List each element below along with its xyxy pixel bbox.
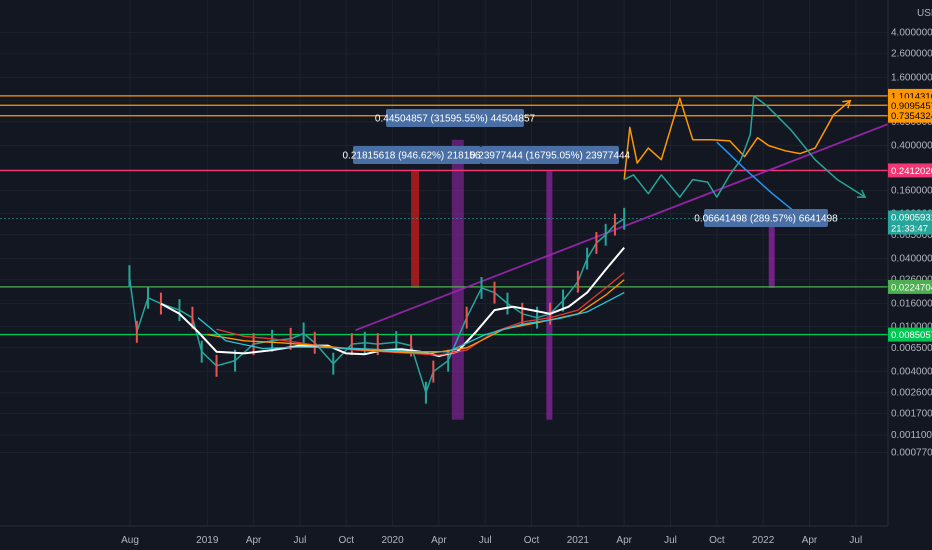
price-tick-label: 0.00077000 bbox=[891, 447, 932, 458]
time-tick-label: Apr bbox=[802, 535, 818, 546]
chart-background bbox=[0, 0, 932, 550]
time-tick-label: Jul bbox=[479, 535, 492, 546]
level-price-text: 0.02247047 bbox=[891, 282, 932, 293]
price-tick-label: 0.40000000 bbox=[891, 141, 932, 152]
range-bar bbox=[411, 170, 420, 288]
time-tick-label: Apr bbox=[246, 535, 262, 546]
time-tick-label: Oct bbox=[709, 535, 725, 546]
level-price-text: 0.00850579 bbox=[891, 330, 932, 341]
time-tick-label: Aug bbox=[121, 535, 139, 546]
price-tick-label: 0.00170000 bbox=[891, 409, 932, 420]
price-tick-label: 1.60000000 bbox=[891, 73, 932, 84]
measure-box-text: 0.06641498 (289.57%) 6641498 bbox=[694, 214, 838, 225]
time-tick-label: 2019 bbox=[196, 535, 219, 546]
measure-box-text: 0.44504857 (31595.55%) 44504857 bbox=[375, 114, 536, 125]
price-tick-label: 0.04000000 bbox=[891, 254, 932, 265]
price-tick-label: 0.00260000 bbox=[891, 388, 932, 399]
time-tick-label: Apr bbox=[431, 535, 447, 546]
price-tick-label: 0.01600000 bbox=[891, 299, 932, 310]
time-tick-label: Oct bbox=[338, 535, 354, 546]
price-tick-label: 0.00110000 bbox=[891, 430, 932, 441]
level-price-text: 0.73543246 bbox=[891, 111, 932, 122]
time-tick-label: Jul bbox=[849, 535, 862, 546]
time-tick-label: Apr bbox=[616, 535, 632, 546]
time-tick-label: Jul bbox=[664, 535, 677, 546]
time-tick-label: Jul bbox=[294, 535, 307, 546]
countdown-text: 21:33:47 bbox=[891, 223, 928, 234]
axis-unit: USD bbox=[917, 8, 932, 19]
price-axis[interactable]: USD 0.00077000 0.00110000 0.00170000 0.0026… bbox=[887, 0, 932, 550]
time-tick-label: 2021 bbox=[567, 535, 590, 546]
time-tick-label: Oct bbox=[524, 535, 540, 546]
current-price-text: 0.09059311 bbox=[891, 212, 932, 223]
price-tick-label: 0.00650000 bbox=[891, 343, 932, 354]
price-tick-label: 2.60000000 bbox=[891, 49, 932, 60]
level-price-text: 0.24120209 bbox=[891, 166, 932, 177]
range-bar bbox=[546, 170, 553, 420]
range-bar bbox=[768, 218, 775, 288]
price-tick-label: 0.00400000 bbox=[891, 367, 932, 378]
price-tick-label: 4.00000000 bbox=[891, 28, 932, 39]
price-tick-label: 0.16000000 bbox=[891, 186, 932, 197]
range-bar bbox=[451, 139, 464, 420]
price-chart[interactable]: 0.44504857 (31595.55%) 445048570.2181561… bbox=[0, 0, 932, 550]
time-tick-label: 2022 bbox=[752, 535, 775, 546]
measure-box-text: 0.23977444 (16795.05%) 23977444 bbox=[470, 151, 631, 162]
time-tick-label: 2020 bbox=[381, 535, 404, 546]
